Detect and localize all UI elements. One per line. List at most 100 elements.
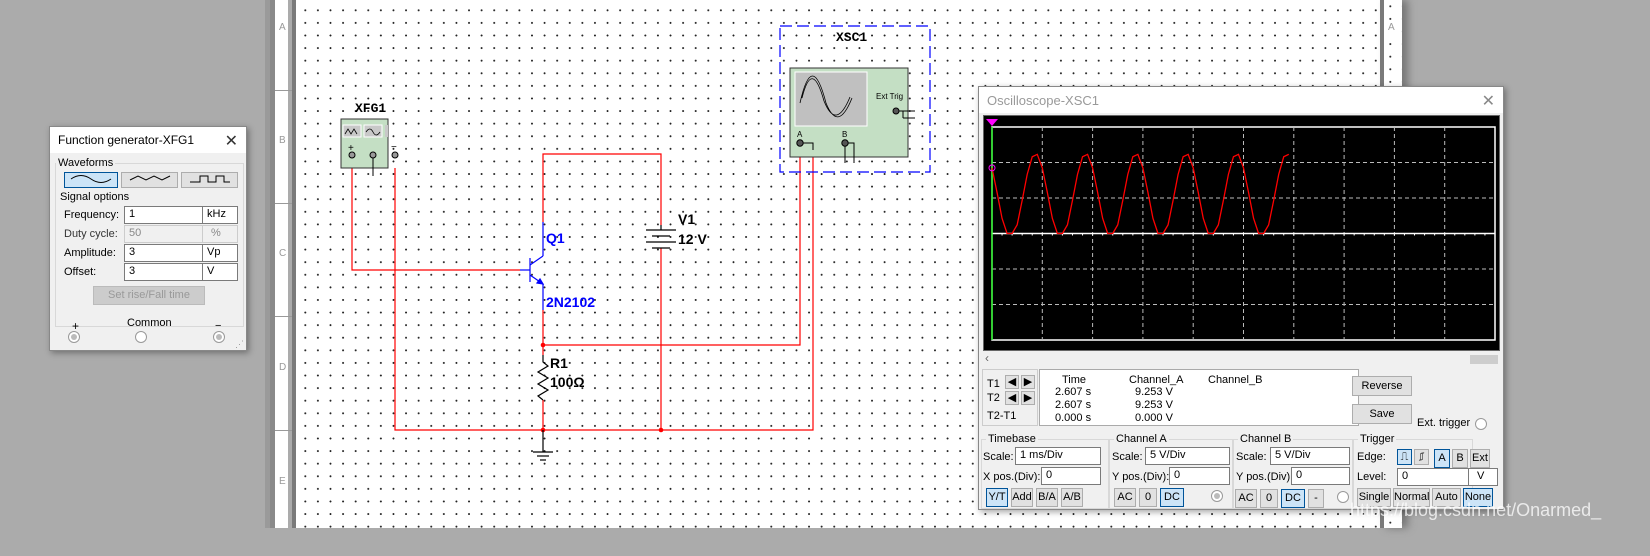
header-channel-a: Channel_A [1129, 374, 1184, 386]
q1-model-label: 2N2102 [546, 294, 595, 310]
wire[interactable] [543, 150, 801, 346]
channel-a-label: A [797, 130, 803, 139]
channel-b-scale-input[interactable]: 5 V/Div [1270, 447, 1350, 465]
t1-left-arrow-icon[interactable]: ◀ [1005, 375, 1019, 389]
t2-label: T2 [987, 392, 1000, 404]
common-terminal[interactable] [135, 331, 147, 343]
close-icon[interactable]: ✕ [225, 131, 238, 151]
channel_b--button[interactable]: - [1308, 489, 1324, 508]
sine-wave-button[interactable] [64, 172, 118, 188]
channel-b-terminal[interactable] [1337, 491, 1349, 503]
resize-grip-icon[interactable]: ⋰ [235, 339, 244, 350]
channel-b-label: B [842, 130, 847, 139]
horizontal-scrollbar[interactable]: ‹ [983, 351, 1500, 366]
r1-value-label: 100Ω [550, 374, 585, 390]
oscilloscope-symbol[interactable]: XSC1 Ext Trig A B [779, 25, 931, 173]
v1-ref-label: V1 [678, 211, 695, 227]
trigger-b-button[interactable]: B [1452, 449, 1468, 468]
waveforms-legend: Waveforms [58, 157, 114, 169]
duty-cycle-input[interactable]: 50 [124, 225, 203, 243]
common-terminal-label: Common [127, 317, 172, 329]
amplitude-input[interactable]: 3 [124, 244, 203, 262]
svg-text:−: − [391, 142, 397, 153]
channel_b-0-button[interactable]: 0 [1260, 489, 1278, 508]
triangle-wave-button[interactable] [121, 172, 178, 188]
trigger-level-unit-select[interactable]: V [1468, 468, 1498, 486]
triangle-wave-icon [129, 175, 170, 181]
trigger-a-button[interactable]: A [1434, 449, 1450, 468]
channel_a-ac-button[interactable]: AC [1114, 488, 1136, 507]
window-title: Oscilloscope-XSC1 [987, 92, 1099, 108]
title-bar[interactable]: Function generator-XFG1 [50, 127, 246, 153]
timebase-ab-button[interactable]: A/B [1061, 488, 1083, 507]
timebase-scale-label: Scale: [983, 451, 1014, 463]
wire[interactable] [542, 153, 662, 225]
plus-terminal[interactable] [68, 331, 80, 343]
channel_a-dc-button[interactable]: DC [1160, 488, 1184, 507]
t1-label: T1 [987, 378, 1000, 390]
scope-screen [983, 115, 1500, 351]
window-title: Function generator-XFG1 [58, 133, 195, 147]
channel_b-ac-button[interactable]: AC [1235, 489, 1257, 508]
watermark: https://blog.csdn.net/Onarmed_ [1350, 500, 1602, 520]
x-pos-input[interactable]: 0 [1041, 467, 1101, 485]
rising-edge-icon[interactable]: ⎍ [1397, 449, 1412, 465]
trigger-ext-button[interactable]: Ext [1470, 449, 1490, 468]
frequency-unit-select[interactable]: kHz [202, 206, 238, 224]
amplitude-label: Amplitude: [64, 247, 116, 259]
wire[interactable] [394, 150, 814, 431]
timebase-scale-input[interactable]: 1 ms/Div [1015, 447, 1101, 465]
channel_a-0-button[interactable]: 0 [1139, 488, 1157, 507]
t2-right-arrow-icon[interactable]: ▶ [1021, 391, 1035, 405]
t2-left-arrow-icon[interactable]: ◀ [1005, 391, 1019, 405]
timebase-add-button[interactable]: Add [1011, 488, 1033, 507]
scrollbar-thumb[interactable] [1470, 355, 1498, 364]
timebase-yt-button[interactable]: Y/T [986, 488, 1008, 507]
trigger-level-input[interactable]: 0 [1397, 468, 1469, 486]
v1-value-label: 12 V [678, 231, 707, 247]
function-generator-window: Function generator-XFG1 ✕ Waveforms Sign… [49, 126, 247, 351]
xsc-ref-label: XSC1 [836, 30, 867, 45]
junction-dot [658, 427, 664, 433]
scroll-left-icon[interactable]: ‹ [985, 351, 989, 365]
save-button[interactable]: Save [1352, 404, 1412, 424]
set-rise-fall-time-button[interactable]: Set rise/Fall time [93, 286, 205, 305]
title-bar[interactable]: Oscilloscope-XSC1 [979, 87, 1503, 113]
t1-channel-a: 9.253 V [1135, 386, 1173, 398]
t2-time: 2.607 s [1055, 399, 1092, 411]
channel-b-ypos-input[interactable]: 0 [1291, 467, 1350, 485]
cursor-controls: T1 T2 T2-T1 ◀ ▶ ◀ ▶ [982, 369, 1038, 426]
frequency-input[interactable]: 1 [124, 206, 203, 224]
square-wave-button[interactable] [181, 172, 238, 188]
wire[interactable] [351, 168, 520, 271]
ground-symbol[interactable] [533, 430, 553, 461]
close-icon[interactable]: ✕ [1482, 91, 1495, 111]
q1-ref-label: Q1 [546, 230, 565, 246]
transistor-q1[interactable] [520, 222, 545, 310]
offset-unit-select[interactable]: V [202, 263, 238, 281]
amplitude-unit-select[interactable]: Vp [202, 244, 238, 262]
timebase-ba-button[interactable]: B/A [1036, 488, 1058, 507]
channel-a-terminal[interactable] [1211, 490, 1223, 502]
t1-time: 2.607 s [1055, 386, 1092, 398]
reverse-button[interactable]: Reverse [1352, 376, 1412, 396]
offset-input[interactable]: 3 [124, 263, 203, 281]
channel-a-scale-input[interactable]: 5 V/Div [1145, 447, 1230, 465]
channel-a-scale-label: Scale: [1112, 451, 1143, 463]
header-time: Time [1062, 374, 1087, 386]
channel-a-ypos-input[interactable]: 0 [1169, 467, 1230, 485]
trigger-level-label: Level: [1357, 471, 1387, 483]
channel_b-dc-button[interactable]: DC [1281, 489, 1305, 508]
channel-b-scale-label: Scale: [1236, 451, 1267, 463]
oscilloscope-window: Oscilloscope-XSC1 ✕ ‹ T1 T2 T2-T1 ◀ ▶ ◀ … [978, 86, 1504, 510]
t2-t1-channel-a: 0.000 V [1135, 412, 1173, 424]
square-wave-icon [189, 175, 230, 183]
minus-terminal[interactable] [213, 331, 225, 343]
signal-options-label: Signal options [60, 191, 130, 203]
t1-right-arrow-icon[interactable]: ▶ [1021, 375, 1035, 389]
ext-trigger-terminal[interactable] [1475, 418, 1487, 430]
function-generator-symbol[interactable]: XFG1 + − [340, 101, 399, 176]
battery-v1[interactable] [646, 225, 676, 249]
resistor-r1[interactable] [536, 355, 550, 401]
falling-edge-icon[interactable]: ⎎ [1414, 449, 1429, 465]
